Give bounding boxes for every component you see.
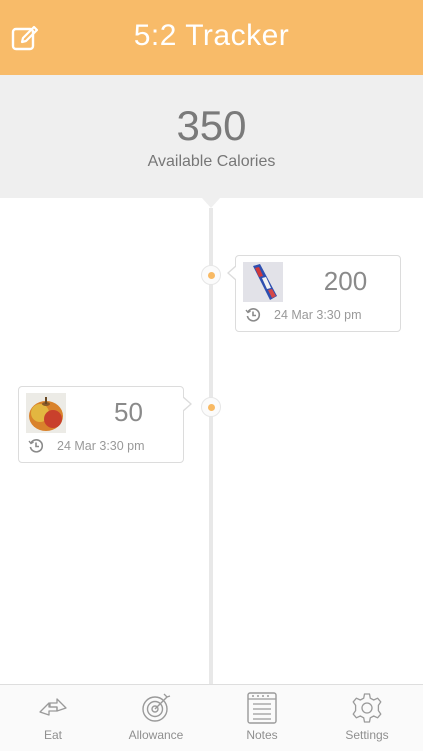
tab-allowance-label: Allowance [128, 728, 184, 742]
timeline-dot [201, 397, 221, 417]
food-entry-card[interactable]: 200 24 Mar 3:30 pm [227, 255, 401, 332]
tab-bar: Eat Allowance Notes Settings [0, 684, 423, 751]
notes-icon [247, 692, 277, 724]
gear-icon [352, 693, 382, 723]
clock-history-icon [245, 308, 261, 322]
tab-eat[interactable]: Eat [0, 685, 106, 751]
app-title: 5:2 Tracker [133, 19, 290, 52]
calorie-summary: 350 Available Calories [0, 75, 423, 198]
entry-calories: 50 [114, 397, 143, 427]
summary-notch [202, 198, 220, 208]
entry-time: 24 Mar 3:30 pm [57, 439, 145, 453]
entry-time: 24 Mar 3:30 pm [274, 308, 362, 322]
bottle-image [243, 262, 283, 302]
tab-settings[interactable]: Settings [314, 685, 420, 751]
clock-history-icon [28, 439, 44, 453]
app-header: 5:2 Tracker [0, 0, 423, 75]
tab-notes-label: Notes [246, 728, 278, 742]
target-icon [142, 693, 171, 722]
tab-eat-label: Eat [43, 728, 62, 742]
tab-notes[interactable]: Notes [209, 685, 315, 751]
eat-arrows-icon [39, 698, 67, 716]
timeline-dot [201, 265, 221, 285]
available-calories-label: Available Calories [147, 153, 276, 170]
tab-settings-label: Settings [345, 728, 389, 742]
tab-allowance[interactable]: Allowance [103, 685, 209, 751]
apple-image [26, 393, 66, 433]
food-entry-card[interactable]: 50 24 Mar 3:30 pm [18, 386, 192, 463]
available-calories-value: 350 [176, 102, 247, 149]
entry-calories: 200 [323, 266, 368, 296]
